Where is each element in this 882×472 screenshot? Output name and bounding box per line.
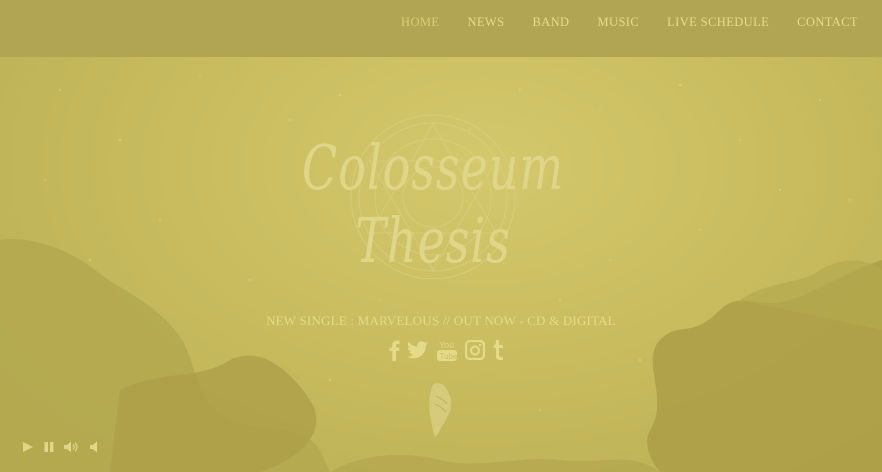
nav-item-contact[interactable]: CONTACT [797,15,858,30]
pause-icon[interactable] [43,441,55,453]
youtube-icon[interactable]: You Tube [436,339,458,361]
svg-text:Tube: Tube [440,352,458,361]
nav-item-music[interactable]: MUSIC [598,15,640,30]
nav-item-home[interactable]: HOME [401,15,439,30]
svg-text:You: You [439,340,454,350]
social-links: You Tube [388,338,504,362]
play-icon[interactable] [22,441,34,453]
nav-item-news[interactable]: NEWS [467,15,504,30]
tumblr-icon[interactable] [492,339,504,361]
audio-player-controls [22,441,99,453]
band-logo: Colosseum Thesis [233,112,633,282]
nav-item-band[interactable]: BAND [532,15,569,30]
twitter-icon[interactable] [407,339,429,361]
logo-text: Colosseum Thesis [302,131,564,277]
volume-icon[interactable] [64,441,80,453]
nav-item-live-schedule[interactable]: LIVE SCHEDULE [667,15,769,30]
facebook-icon[interactable] [388,339,400,361]
main-nav: HOME NEWS BAND MUSIC LIVE SCHEDULE CONTA… [401,15,858,30]
instagram-icon[interactable] [465,339,485,361]
scroll-down-hand-icon[interactable] [426,382,456,438]
announcement-text[interactable]: NEW SINGLE : MARVELOUS // OUT NOW - CD &… [0,313,882,329]
mute-icon[interactable] [89,441,99,453]
top-nav-bar: HOME NEWS BAND MUSIC LIVE SCHEDULE CONTA… [0,0,882,57]
